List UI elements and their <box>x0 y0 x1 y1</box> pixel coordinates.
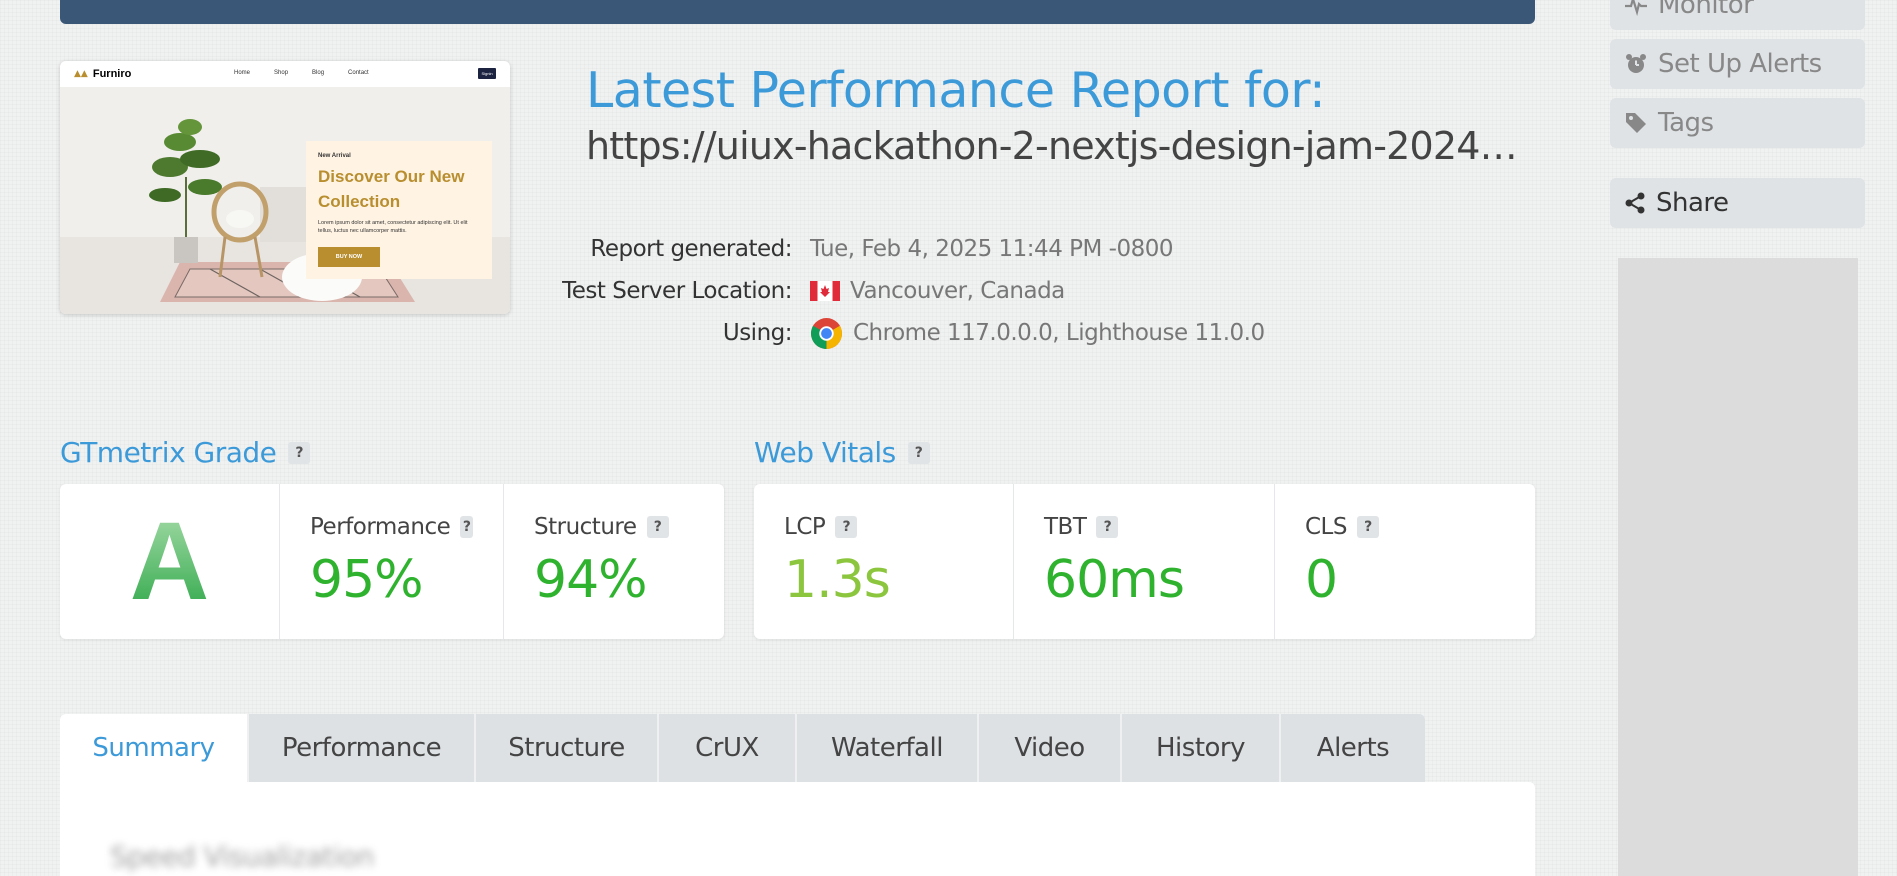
share-icon <box>1625 192 1645 214</box>
thumbnail-nav-contact: Contact <box>348 70 369 76</box>
tbt-cell: TBT ? 60ms <box>1014 484 1275 639</box>
furniro-logo-icon: ▲▲ <box>74 69 88 79</box>
using-label: Using: <box>722 320 793 346</box>
tab-video[interactable]: Video <box>979 714 1122 782</box>
gtmetrix-grade-heading: GTmetrix Grade ? <box>60 436 311 469</box>
performance-cell: Performance ? 95% <box>280 484 504 639</box>
gtmetrix-grade-card: A Performance ? 95% Structure ? 94% <box>60 484 724 639</box>
report-url[interactable]: https://uiux-hackathon-2-nextjs-design-j… <box>586 124 1521 168</box>
page-screenshot-thumbnail[interactable]: ▲▲ Furniro Home Shop Blog Contact Signin <box>60 61 510 314</box>
performance-label: Performance <box>310 514 451 540</box>
test-server-location-value: Vancouver, Canada <box>810 278 1065 304</box>
thumbnail-logo: Furniro <box>92 68 132 80</box>
test-server-location-label: Test Server Location: <box>562 278 792 304</box>
gtmetrix-grade-title[interactable]: GTmetrix Grade <box>60 436 277 469</box>
sidebar-placeholder-panel <box>1618 258 1858 876</box>
tbt-label-row: TBT ? <box>1044 514 1244 540</box>
cls-cell: CLS ? 0 <box>1275 484 1535 639</box>
thumbnail-hero-kicker: New Arrival <box>318 153 351 159</box>
canada-flag-icon <box>810 281 840 301</box>
thumbnail-nav-shop: Shop <box>274 70 289 76</box>
tab-performance[interactable]: Performance <box>249 714 476 782</box>
thumbnail-signin-button: Signin <box>478 68 496 79</box>
monitor-label: Monitor <box>1658 0 1754 20</box>
structure-label: Structure <box>534 514 637 540</box>
thumbnail-hero-headline: Discover Our New Collection <box>318 164 480 214</box>
tbt-label: TBT <box>1044 514 1087 540</box>
thumbnail-hero-card: New Arrival Discover Our New Collection … <box>306 141 492 279</box>
report-generated-label: Report generated: <box>590 236 792 262</box>
lcp-label-row: LCP ? <box>784 514 983 540</box>
thumbnail-buy-now-button: BUY NOW <box>318 247 380 267</box>
tab-history[interactable]: History <box>1122 714 1281 782</box>
tags-label: Tags <box>1658 108 1714 138</box>
report-generated-text: Tue, Feb 4, 2025 11:44 PM -0800 <box>810 236 1174 262</box>
structure-value: 94% <box>534 550 648 610</box>
lcp-value: 1.3s <box>784 550 891 610</box>
alarm-clock-icon <box>1626 54 1646 73</box>
lcp-help-icon[interactable]: ? <box>835 516 858 538</box>
thumbnail-navbar: ▲▲ Furniro Home Shop Blog Contact Signin <box>60 61 510 87</box>
report-tabs: Summary Performance Structure CrUX Water… <box>60 714 1425 782</box>
grade-cell: A <box>60 484 280 639</box>
thumbnail-hero-body: Lorem ipsum dolor sit amet, consectetur … <box>318 220 468 234</box>
share-label: Share <box>1656 188 1729 218</box>
structure-label-row: Structure ? <box>534 514 694 540</box>
thumbnail-nav-links: Home Shop Blog Contact <box>234 70 369 76</box>
meta-row-generated: Report generated: Tue, Feb 4, 2025 11:44… <box>560 228 1265 270</box>
tab-summary[interactable]: Summary <box>60 714 249 782</box>
tbt-value: 60ms <box>1044 550 1185 610</box>
grade-letter: A <box>129 499 210 623</box>
web-vitals-card: LCP ? 1.3s TBT ? 60ms CLS ? 0 <box>754 484 1535 639</box>
tab-alerts[interactable]: Alerts <box>1281 714 1425 782</box>
tag-icon <box>1626 113 1646 133</box>
gtmetrix-grade-help-icon[interactable]: ? <box>288 441 311 464</box>
cls-help-icon[interactable]: ? <box>1356 516 1379 538</box>
tab-structure[interactable]: Structure <box>476 714 659 782</box>
tab-crux[interactable]: CrUX <box>659 714 797 782</box>
meta-row-location: Test Server Location: Vancouver, Canada <box>560 270 1265 312</box>
performance-value: 95% <box>310 550 424 610</box>
web-vitals-title[interactable]: Web Vitals <box>754 436 896 469</box>
chrome-icon <box>811 317 842 349</box>
using-value: Chrome 117.0.0.0, Lighthouse 11.0.0 <box>810 317 1265 350</box>
thumbnail-hero-headline-line1: Discover Our New <box>318 167 465 186</box>
web-vitals-help-icon[interactable]: ? <box>907 441 930 464</box>
performance-label-row: Performance ? <box>310 514 473 540</box>
using-text: Chrome 117.0.0.0, Lighthouse 11.0.0 <box>853 320 1265 346</box>
tags-button[interactable]: Tags <box>1610 98 1865 148</box>
cls-value: 0 <box>1305 550 1338 610</box>
web-vitals-heading: Web Vitals ? <box>754 436 930 469</box>
monitor-button[interactable]: Monitor <box>1610 0 1865 30</box>
lcp-cell: LCP ? 1.3s <box>754 484 1014 639</box>
thumbnail-nav-home: Home <box>234 70 251 76</box>
report-title: Latest Performance Report for: <box>586 62 1326 119</box>
set-up-alerts-label: Set Up Alerts <box>1658 49 1822 79</box>
cls-label-row: CLS ? <box>1305 514 1505 540</box>
summary-panel: Speed Visualization <box>60 782 1535 876</box>
thumbnail-nav-blog: Blog <box>312 70 325 76</box>
speed-visualization-heading: Speed Visualization <box>110 840 375 873</box>
tbt-help-icon[interactable]: ? <box>1096 516 1119 538</box>
structure-cell: Structure ? 94% <box>504 484 724 639</box>
lcp-label: LCP <box>784 514 826 540</box>
meta-row-using: Using: Chrome 117.0.0.0, Lighthouse 11.0… <box>560 312 1265 354</box>
structure-help-icon[interactable]: ? <box>646 516 669 538</box>
thumbnail-hero-headline-line2: Collection <box>318 192 401 211</box>
performance-help-icon[interactable]: ? <box>460 516 473 538</box>
heartbeat-icon <box>1625 0 1647 16</box>
top-banner <box>60 0 1535 24</box>
report-meta: Report generated: Tue, Feb 4, 2025 11:44… <box>560 228 1265 354</box>
share-button[interactable]: Share <box>1610 178 1865 228</box>
cls-label: CLS <box>1305 514 1347 540</box>
tab-waterfall[interactable]: Waterfall <box>797 714 979 782</box>
test-server-location-text: Vancouver, Canada <box>850 278 1065 304</box>
set-up-alerts-button[interactable]: Set Up Alerts <box>1610 39 1865 89</box>
report-generated-value: Tue, Feb 4, 2025 11:44 PM -0800 <box>810 236 1174 262</box>
